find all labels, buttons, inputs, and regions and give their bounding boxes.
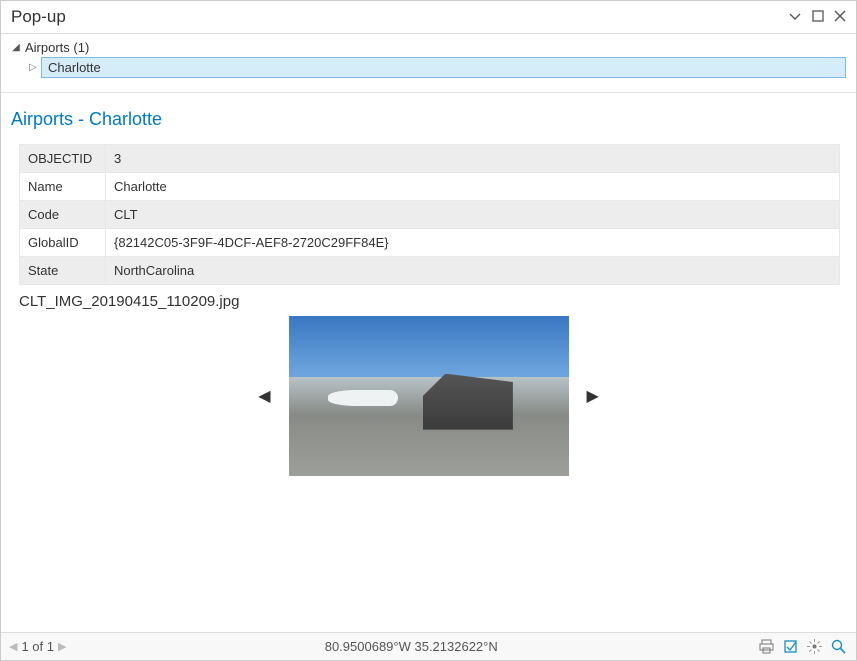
minimize-icon[interactable] [788, 9, 802, 26]
attribute-table: OBJECTID3 NameCharlotte CodeCLT GlobalID… [19, 144, 840, 285]
print-icon[interactable] [758, 639, 774, 655]
attachment-image[interactable] [289, 316, 569, 476]
table-row: NameCharlotte [20, 173, 840, 201]
table-row: GlobalID{82142C05-3F9F-4DCF-AEF8-2720C29… [20, 229, 840, 257]
titlebar: Pop-up [1, 1, 856, 34]
tree-panel: ◢ Airports (1) ▷ Charlotte [1, 34, 856, 93]
content-area: Airports - Charlotte OBJECTID3 NameCharl… [1, 93, 856, 632]
select-icon[interactable] [782, 639, 798, 655]
status-tools [748, 639, 856, 655]
collapse-icon[interactable]: ◢ [11, 42, 21, 53]
field-value: NorthCarolina [106, 257, 840, 285]
field-name: State [20, 257, 106, 285]
field-name: GlobalID [20, 229, 106, 257]
prev-image-icon[interactable]: ◀ [248, 386, 280, 406]
tree-child-selected[interactable]: Charlotte [41, 57, 846, 78]
maximize-icon[interactable] [812, 10, 824, 25]
field-name: OBJECTID [20, 145, 106, 173]
next-record-icon[interactable]: ▶ [58, 640, 66, 653]
window-actions [788, 9, 846, 26]
tree-child-row[interactable]: ▷ Charlotte [11, 57, 846, 78]
field-name: Code [20, 201, 106, 229]
status-bar: ◀ 1 of 1 ▶ 80.9500689°W 35.2132622°N [1, 632, 856, 660]
flash-icon[interactable] [806, 639, 822, 655]
image-viewer: ◀ ▶ [11, 316, 846, 476]
prev-record-icon[interactable]: ◀ [9, 640, 17, 653]
content-title: Airports - Charlotte [11, 109, 846, 130]
tree-root-row[interactable]: ◢ Airports (1) [11, 40, 846, 55]
table-row: StateNorthCarolina [20, 257, 840, 285]
window-title: Pop-up [11, 7, 66, 27]
coordinates-display: 80.9500689°W 35.2132622°N [74, 639, 748, 654]
expand-icon[interactable]: ▷ [29, 62, 39, 73]
record-navigator: ◀ 1 of 1 ▶ [1, 639, 74, 654]
table-row: CodeCLT [20, 201, 840, 229]
zoom-icon[interactable] [830, 639, 846, 655]
attachment-filename: CLT_IMG_20190415_110209.jpg [19, 293, 846, 310]
field-value: Charlotte [106, 173, 840, 201]
next-image-icon[interactable]: ▶ [577, 386, 609, 406]
table-row: OBJECTID3 [20, 145, 840, 173]
record-position: 1 of 1 [21, 639, 54, 654]
field-value: CLT [106, 201, 840, 229]
field-value: 3 [106, 145, 840, 173]
field-value: {82142C05-3F9F-4DCF-AEF8-2720C29FF84E} [106, 229, 840, 257]
field-name: Name [20, 173, 106, 201]
close-icon[interactable] [834, 10, 846, 25]
tree-root-label: Airports (1) [25, 40, 89, 55]
